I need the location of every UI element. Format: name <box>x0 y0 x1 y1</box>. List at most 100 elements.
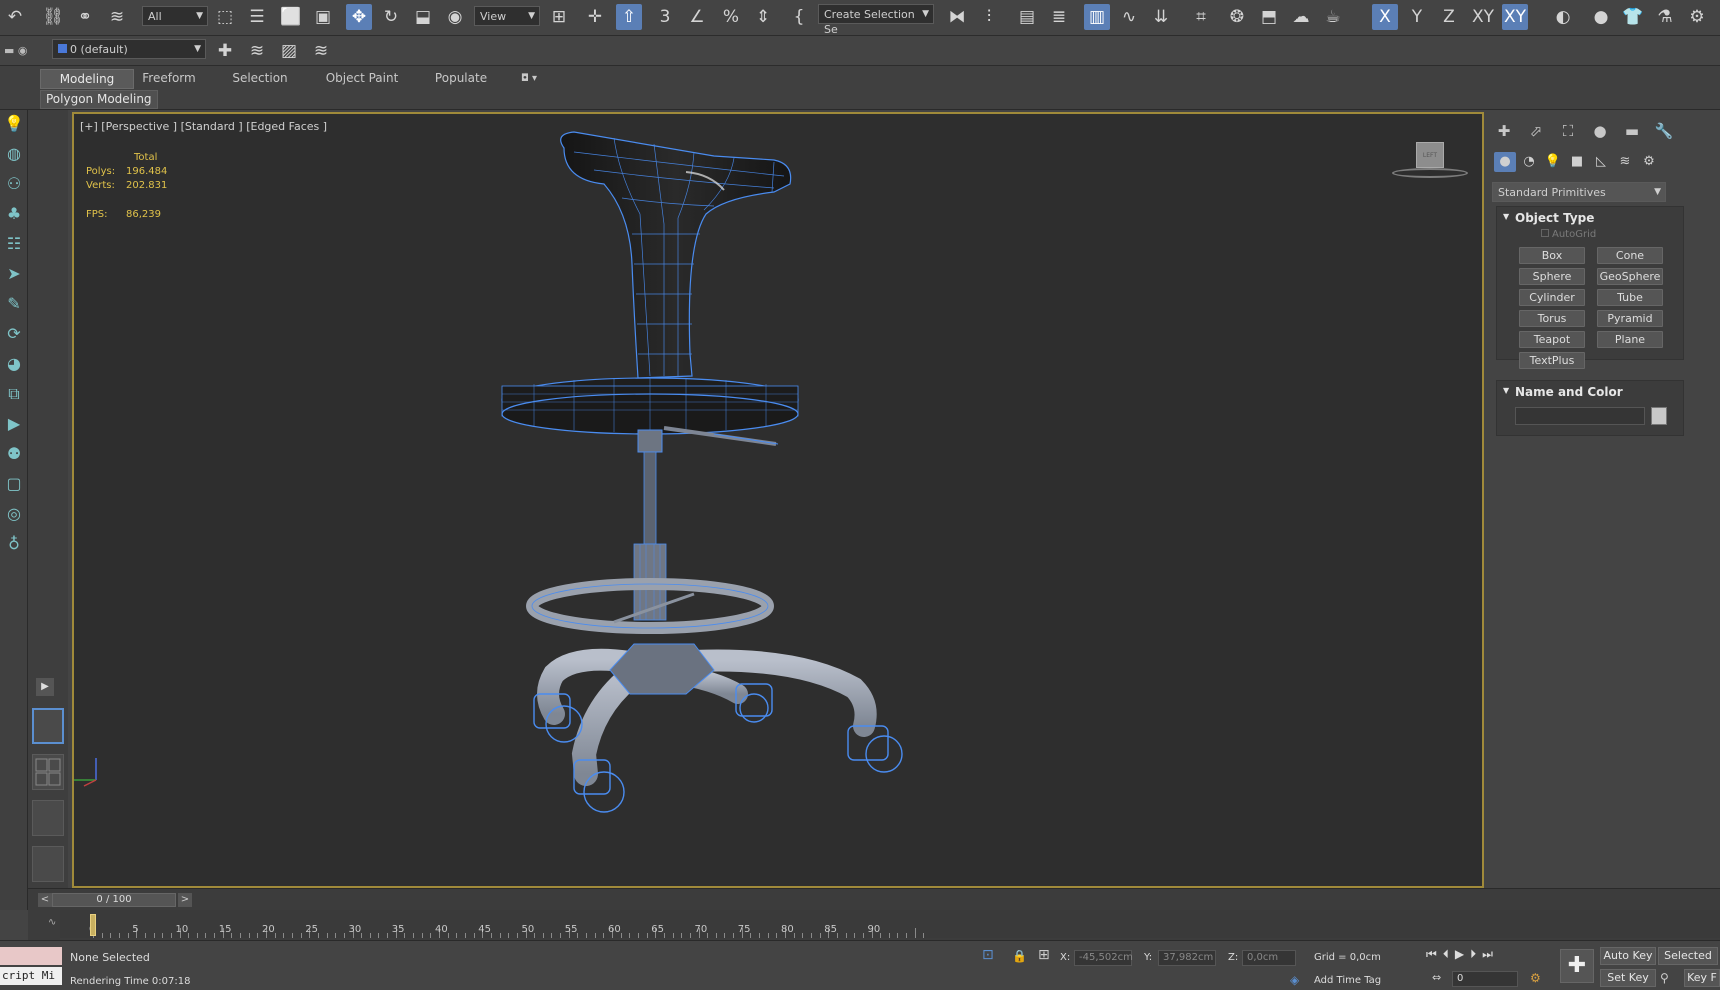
systems-icon[interactable]: ⚙ <box>1638 152 1660 172</box>
textplus-button[interactable]: TextPlus <box>1519 352 1585 369</box>
snaps-toggle-icon[interactable]: 3 <box>652 4 678 30</box>
set-key-big-button[interactable]: ✚ <box>1560 949 1594 983</box>
plane-button[interactable]: Plane <box>1597 331 1663 348</box>
select-manipulate-icon[interactable]: ◉ <box>442 4 468 30</box>
pyramid-button[interactable]: Pyramid <box>1597 310 1663 327</box>
layer-visibility-icon[interactable]: ▬ ◉ <box>4 44 28 57</box>
curve-editor-icon[interactable]: ∿ <box>1116 4 1142 30</box>
named-selection-set-dropdown[interactable]: Create Selection Se ▼ <box>818 4 934 36</box>
x-coord-field[interactable]: -45,502cm <box>1074 950 1133 966</box>
geometry-icon[interactable]: ● <box>1494 152 1516 172</box>
layout-option-3-button[interactable] <box>32 800 64 836</box>
previous-frame-icon[interactable]: ⏴ <box>1443 947 1455 961</box>
play-box-icon[interactable]: ▶ <box>2 412 26 436</box>
select-by-name-icon[interactable]: ☰ <box>244 4 270 30</box>
lightbulb-icon[interactable]: 💡 <box>2 112 26 136</box>
object-name-input[interactable] <box>1515 407 1645 425</box>
keyboard-shortcut-toggle-icon[interactable]: ⇧ <box>616 4 642 30</box>
axis-y-button[interactable]: Y <box>1404 4 1430 30</box>
axis-z-button[interactable]: Z <box>1436 4 1462 30</box>
viewport-layout-icon[interactable]: ◐ <box>1550 4 1576 30</box>
next-frame-icon[interactable]: ⏵ <box>1470 947 1482 961</box>
link-icon[interactable]: ⛓ <box>40 4 66 30</box>
create-layer-icon[interactable]: ✚ <box>212 38 238 64</box>
angle-snap-icon[interactable]: ∠ <box>684 4 710 30</box>
orbit-icon[interactable]: ⟳ <box>2 322 26 346</box>
time-config-icon[interactable]: ⚙ <box>1530 971 1541 985</box>
auto-key-button[interactable]: Auto Key <box>1600 947 1656 965</box>
cylinder-button[interactable]: Cylinder <box>1519 289 1585 306</box>
key-filters-button[interactable]: Key F <box>1684 969 1720 987</box>
tab-selection[interactable]: Selection <box>226 69 294 89</box>
go-to-start-icon[interactable]: ⏮ <box>1426 947 1443 961</box>
schematic-view-icon[interactable]: ⌗ <box>1188 4 1214 30</box>
crowd-icon[interactable]: ⚇ <box>2 172 26 196</box>
helpers-icon[interactable]: ◺ <box>1590 152 1612 172</box>
maxscript-mini-listener[interactable]: cript Mi <box>0 967 62 985</box>
key-mode-icon[interactable]: ⇔ <box>1432 971 1441 984</box>
lock-icon[interactable]: 🔒 <box>1012 949 1027 963</box>
display-tab-icon[interactable]: ▬ <box>1620 120 1644 142</box>
people-icon[interactable]: ⚉ <box>2 442 26 466</box>
tool-icon[interactable]: ⚗ <box>1652 4 1678 30</box>
add-time-tag[interactable]: Add Time Tag <box>1314 975 1381 986</box>
ribbon-panel-polygon-modeling[interactable]: Polygon Modeling <box>40 90 158 109</box>
track-bar[interactable]: 051015202530354045505560657075808590 <box>60 910 1720 938</box>
reference-coord-dropdown[interactable]: View ▼ <box>474 6 540 26</box>
material-editor-icon[interactable]: ❂ <box>1224 4 1250 30</box>
bulb-outline-icon[interactable]: ♁ <box>2 532 26 556</box>
primitive-category-dropdown[interactable]: Standard Primitives ▼ <box>1492 182 1666 202</box>
rect-selection-icon[interactable]: ⬜ <box>278 4 304 30</box>
modify-tab-icon[interactable]: ⬀ <box>1524 120 1548 142</box>
bind-spacewarp-icon[interactable]: ≋ <box>104 4 130 30</box>
move-icon[interactable]: ✥ <box>346 4 372 30</box>
maxscript-listener-pink[interactable] <box>0 947 62 965</box>
mirror-icon[interactable]: ⧓ <box>944 4 970 30</box>
select-manipulate-toggle-icon[interactable]: ✛ <box>582 4 608 30</box>
select-object-icon[interactable]: ⬚ <box>212 4 238 30</box>
axis-xy-cycle-button[interactable]: XY <box>1502 4 1528 30</box>
sphere-button[interactable]: Sphere <box>1519 268 1585 285</box>
go-to-end-icon[interactable]: ⏭ <box>1482 947 1499 961</box>
box-button[interactable]: Box <box>1519 247 1585 264</box>
object-color-swatch[interactable] <box>1651 407 1667 425</box>
dope-sheet-icon[interactable]: ⇊ <box>1148 4 1174 30</box>
hierarchy-tab-icon[interactable]: ⛶ <box>1556 120 1580 142</box>
layers-icon[interactable]: ≋ <box>244 38 270 64</box>
scale-icon[interactable]: ⬓ <box>410 4 436 30</box>
utilities-tab-icon[interactable]: 🔧 <box>1652 120 1676 142</box>
select-layer-icon[interactable]: ≋ <box>308 38 334 64</box>
paint-icon[interactable]: ◕ <box>2 352 26 376</box>
tab-freeform[interactable]: Freeform <box>136 69 202 89</box>
teapot-button[interactable]: Teapot <box>1519 331 1585 348</box>
pen-icon[interactable]: ✎ <box>2 292 26 316</box>
layout-quad-button[interactable] <box>32 754 64 790</box>
shirt-icon[interactable]: 👕 <box>1620 4 1646 30</box>
mini-curve-editor-icon[interactable]: ∿ <box>48 917 56 928</box>
add-to-layer-icon[interactable]: ▨ <box>276 38 302 64</box>
tube-button[interactable]: Tube <box>1597 289 1663 306</box>
name-color-rollout-header[interactable]: ▼ Name and Color <box>1497 381 1683 401</box>
tree-icon[interactable]: ♣ <box>2 202 26 226</box>
tab-object-paint[interactable]: Object Paint <box>322 69 402 89</box>
current-frame-field[interactable]: 0 <box>1452 971 1518 987</box>
create-tab-icon[interactable]: ✚ <box>1492 120 1516 142</box>
sphere-tool-icon[interactable]: ◍ <box>2 142 26 166</box>
rotate-icon[interactable]: ↻ <box>378 4 404 30</box>
render-icon[interactable]: ☕ <box>1320 4 1346 30</box>
rendered-frame-icon[interactable]: ☁ <box>1288 4 1314 30</box>
tab-modeling[interactable]: Modeling <box>40 69 134 89</box>
motion-tab-icon[interactable]: ● <box>1588 120 1612 142</box>
time-tag-icon[interactable]: ◈ <box>1290 973 1299 987</box>
object-type-rollout-header[interactable]: ▼ Object Type <box>1497 207 1683 227</box>
autogrid-checkbox[interactable]: AutoGrid <box>1541 229 1596 240</box>
cameras-icon[interactable]: ■ <box>1566 152 1588 172</box>
sphere-icon[interactable]: ● <box>1588 4 1614 30</box>
play-icon[interactable]: ▶ <box>1455 947 1470 961</box>
undo-icon[interactable]: ↶ <box>2 4 28 30</box>
geosphere-button[interactable]: GeoSphere <box>1597 268 1663 285</box>
time-slider-next[interactable]: > <box>178 893 192 907</box>
expand-arrow-icon[interactable]: ▶ <box>36 678 54 696</box>
shapes-icon[interactable]: ◔ <box>1518 152 1540 172</box>
lights-icon[interactable]: 💡 <box>1542 152 1564 172</box>
